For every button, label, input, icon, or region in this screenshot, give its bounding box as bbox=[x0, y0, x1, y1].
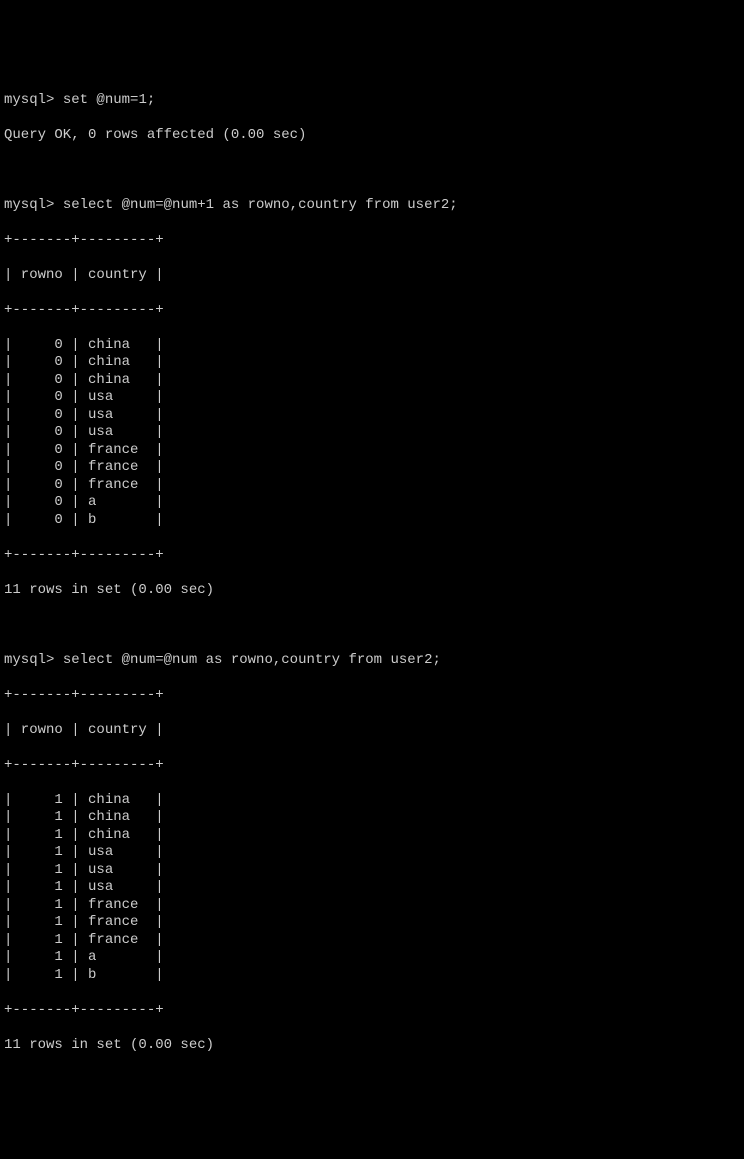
table-row: | 0 | france | bbox=[4, 477, 740, 495]
table-row: | 1 | france | bbox=[4, 897, 740, 915]
table-row: | 1 | usa | bbox=[4, 879, 740, 897]
table1-summary: 11 rows in set (0.00 sec) bbox=[4, 582, 740, 600]
table-row: | 0 | usa | bbox=[4, 424, 740, 442]
command-set: set @num=1; bbox=[63, 92, 155, 108]
table-row: | 1 | usa | bbox=[4, 862, 740, 880]
table-row: | 0 | france | bbox=[4, 459, 740, 477]
table-row: | 0 | usa | bbox=[4, 407, 740, 425]
table-row: | 0 | france | bbox=[4, 442, 740, 460]
table2-summary: 11 rows in set (0.00 sec) bbox=[4, 1037, 740, 1055]
table-row: | 1 | a | bbox=[4, 949, 740, 967]
table1-border-mid: +-------+---------+ bbox=[4, 302, 740, 320]
command-select-2: select @num=@num as rowno,country from u… bbox=[63, 652, 441, 668]
terminal[interactable]: mysql> set @num=1; Query OK, 0 rows affe… bbox=[4, 74, 740, 1072]
prompt-line-1: mysql> set @num=1; bbox=[4, 92, 740, 110]
table1-border-top: +-------+---------+ bbox=[4, 232, 740, 250]
table-row: | 1 | b | bbox=[4, 967, 740, 985]
table1-rows: | 0 | china || 0 | china || 0 | china ||… bbox=[4, 337, 740, 530]
table2-border-mid: +-------+---------+ bbox=[4, 757, 740, 775]
table-row: | 0 | a | bbox=[4, 494, 740, 512]
table-row: | 1 | china | bbox=[4, 827, 740, 845]
table-row: | 1 | china | bbox=[4, 809, 740, 827]
table2-header: | rowno | country | bbox=[4, 722, 740, 740]
table1-header: | rowno | country | bbox=[4, 267, 740, 285]
table2-rows: | 1 | china || 1 | china || 1 | china ||… bbox=[4, 792, 740, 985]
table-row: | 0 | b | bbox=[4, 512, 740, 530]
table-row: | 0 | china | bbox=[4, 372, 740, 390]
table-row: | 1 | china | bbox=[4, 792, 740, 810]
table-row: | 0 | usa | bbox=[4, 389, 740, 407]
mysql-prompt: mysql> bbox=[4, 92, 54, 108]
mysql-prompt: mysql> bbox=[4, 197, 54, 213]
table-row: | 1 | france | bbox=[4, 932, 740, 950]
blank-1 bbox=[4, 162, 740, 180]
table2-border-bot: +-------+---------+ bbox=[4, 1002, 740, 1020]
table-row: | 0 | china | bbox=[4, 337, 740, 355]
prompt-line-2: mysql> select @num=@num+1 as rowno,count… bbox=[4, 197, 740, 215]
table2-border-top: +-------+---------+ bbox=[4, 687, 740, 705]
result-set: Query OK, 0 rows affected (0.00 sec) bbox=[4, 127, 740, 145]
blank-2 bbox=[4, 617, 740, 635]
table1-border-bot: +-------+---------+ bbox=[4, 547, 740, 565]
mysql-prompt: mysql> bbox=[4, 652, 54, 668]
prompt-line-3: mysql> select @num=@num as rowno,country… bbox=[4, 652, 740, 670]
command-select-1: select @num=@num+1 as rowno,country from… bbox=[63, 197, 458, 213]
table-row: | 0 | china | bbox=[4, 354, 740, 372]
table-row: | 1 | france | bbox=[4, 914, 740, 932]
table-row: | 1 | usa | bbox=[4, 844, 740, 862]
